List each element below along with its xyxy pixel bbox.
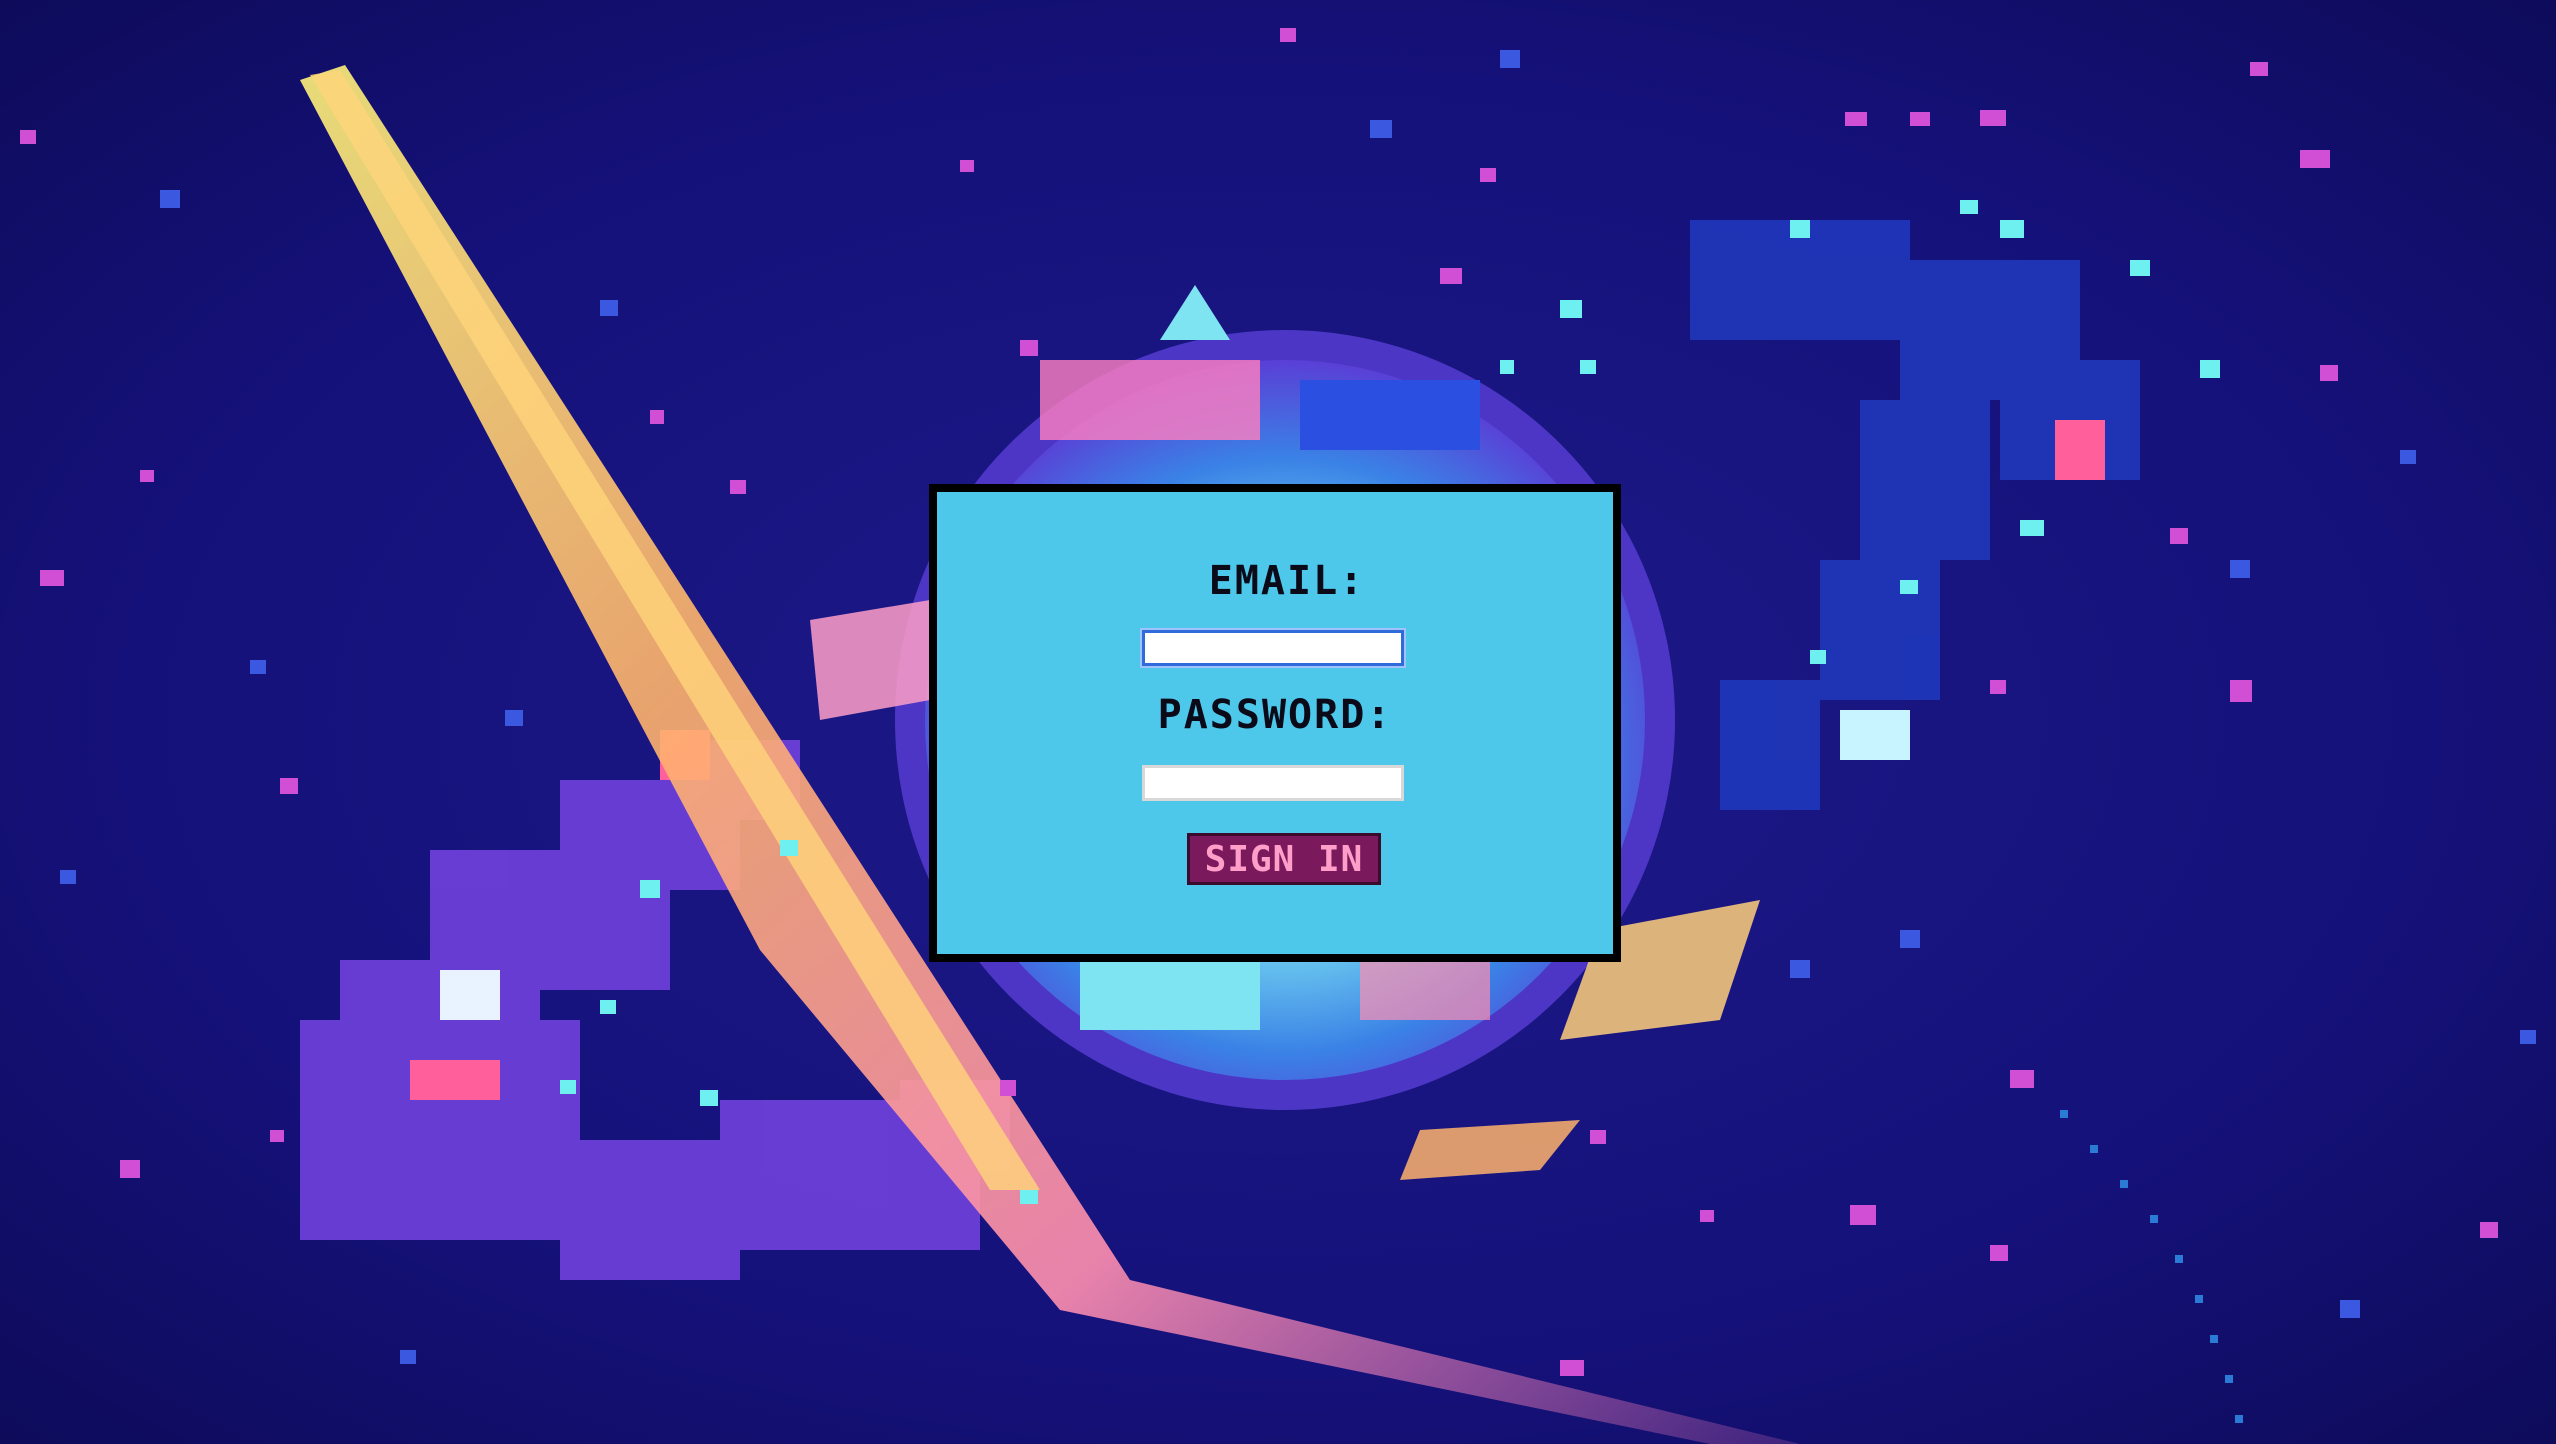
email-field[interactable] — [1142, 630, 1404, 666]
login-panel: EMAIL: PASSWORD: SIGN IN — [929, 484, 1621, 962]
password-field[interactable] — [1142, 765, 1404, 801]
password-label: PASSWORD: — [1157, 692, 1393, 738]
sign-in-button[interactable]: SIGN IN — [1187, 833, 1381, 885]
email-label: EMAIL: — [1208, 558, 1366, 604]
